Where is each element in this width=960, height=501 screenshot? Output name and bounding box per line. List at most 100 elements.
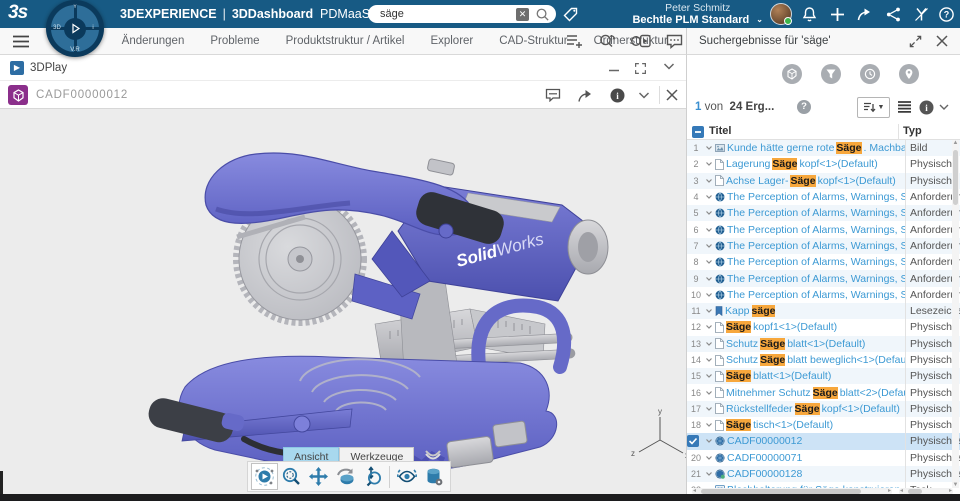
row-title[interactable]: Kunde hätte gerne rote Säge. Machbar bbox=[705, 142, 905, 154]
tab-explorer[interactable]: Explorer bbox=[430, 35, 473, 47]
3dcompass[interactable]: ʏ 3D i V.R bbox=[46, 0, 104, 57]
user-menu[interactable]: Peter Schmitz Bechtle PLM Standard ⌄ bbox=[632, 2, 763, 26]
row-expand-icon[interactable] bbox=[705, 340, 713, 348]
table-row[interactable]: 1Kunde hätte gerne rote Säge. MachbarBil… bbox=[687, 140, 960, 156]
row-title[interactable]: Sägetisch<1>(Default) bbox=[705, 419, 905, 431]
row-expand-icon[interactable] bbox=[705, 307, 713, 315]
search-input[interactable] bbox=[380, 8, 516, 20]
filter-location-icon[interactable] bbox=[899, 64, 919, 84]
row-checkbox[interactable] bbox=[687, 435, 705, 447]
row-expand-icon[interactable] bbox=[705, 421, 713, 429]
turntable-tool[interactable] bbox=[332, 463, 359, 490]
row-title[interactable]: The Perception of Alarms, Warnings, St bbox=[705, 224, 905, 236]
table-row[interactable]: 14Schutz Sägeblatt beweglich<1>(DefaultP… bbox=[687, 352, 960, 368]
viewer-close-icon[interactable] bbox=[666, 89, 678, 101]
row-title[interactable]: The Perception of Alarms, Warnings, St bbox=[705, 207, 905, 219]
table-row[interactable]: 18Sägetisch<1>(Default)Physische P bbox=[687, 417, 960, 433]
row-checkbox-checked[interactable] bbox=[687, 435, 699, 447]
row-title[interactable]: Lagerung Sägekopf<1>(Default) bbox=[705, 158, 905, 170]
row-title[interactable]: CADF00000012 bbox=[705, 435, 905, 447]
row-title[interactable]: Kappsäge bbox=[705, 305, 905, 317]
community-icon[interactable] bbox=[885, 6, 902, 23]
row-expand-icon[interactable] bbox=[705, 144, 713, 152]
assistant-icon[interactable] bbox=[913, 6, 930, 23]
widget-collapse-icon[interactable] bbox=[663, 62, 675, 71]
row-expand-icon[interactable] bbox=[705, 291, 713, 299]
table-row[interactable]: 3Achse Lager-Sägekopf<1>(Default)Physisc… bbox=[687, 173, 960, 189]
row-expand-icon[interactable] bbox=[705, 389, 713, 397]
row-expand-icon[interactable] bbox=[705, 242, 713, 250]
row-expand-icon[interactable] bbox=[705, 405, 713, 413]
look-at-tool[interactable] bbox=[393, 463, 420, 490]
list-add-icon[interactable] bbox=[566, 34, 583, 49]
table-row[interactable]: 7The Perception of Alarms, Warnings, StA… bbox=[687, 238, 960, 254]
table-row[interactable]: 13Schutz Sägeblatt<1>(Default)Physische … bbox=[687, 336, 960, 352]
row-title[interactable]: The Perception of Alarms, Warnings, St bbox=[705, 240, 905, 252]
tab-produktstruktur[interactable]: Produktstruktur / Artikel bbox=[286, 35, 405, 47]
table-row[interactable]: 12Sägekopf1<1>(Default)Physische P bbox=[687, 319, 960, 335]
results-info-icon[interactable]: i bbox=[919, 100, 934, 115]
row-expand-icon[interactable] bbox=[705, 209, 713, 217]
table-row[interactable]: 20CADF00000071Physisches bbox=[687, 450, 960, 466]
row-expand-icon[interactable] bbox=[705, 323, 713, 331]
zoom-tool[interactable] bbox=[359, 463, 386, 490]
rotate-tool[interactable] bbox=[251, 463, 278, 490]
list-view-icon[interactable] bbox=[897, 100, 912, 114]
sort-button[interactable]: ▼ bbox=[857, 97, 890, 118]
pan-tool[interactable] bbox=[305, 463, 332, 490]
row-expand-icon[interactable] bbox=[705, 454, 713, 462]
viewer-collapse-icon[interactable] bbox=[638, 91, 650, 100]
zoom-area-tool[interactable] bbox=[278, 463, 305, 490]
row-title[interactable]: Rückstellfeder Sägekopf<1>(Default) bbox=[705, 403, 905, 415]
row-expand-icon[interactable] bbox=[705, 356, 713, 364]
table-row[interactable]: 16Mitnehmer Schutz Sägeblatt<2>(DefauPhy… bbox=[687, 384, 960, 400]
viewer-info-icon[interactable]: i bbox=[610, 88, 625, 103]
viewer-comment-icon[interactable] bbox=[545, 88, 561, 102]
data-settings-tool[interactable] bbox=[420, 463, 447, 490]
table-row[interactable]: 17Rückstellfeder Sägekopf<1>(Default)Phy… bbox=[687, 401, 960, 417]
toolbar-collapse-icon[interactable] bbox=[424, 449, 442, 461]
column-typ[interactable]: Typ bbox=[903, 125, 922, 137]
table-row[interactable]: 2Lagerung Sägekopf<1>(Default)Physische … bbox=[687, 156, 960, 172]
3d-viewport[interactable]: SolidWorks y x z Ansicht Werkzeuge bbox=[0, 109, 686, 494]
compass-east[interactable]: i bbox=[64, 25, 122, 31]
row-title[interactable]: CADF00000071 bbox=[705, 452, 905, 464]
tab-aenderungen[interactable]: Änderungen bbox=[122, 35, 185, 47]
row-expand-icon[interactable] bbox=[705, 160, 713, 168]
results-help-icon[interactable]: ? bbox=[797, 100, 811, 114]
filter-history-icon[interactable] bbox=[860, 64, 880, 84]
table-row[interactable]: 10The Perception of Alarms, Warnings, St… bbox=[687, 287, 960, 303]
row-title[interactable]: Schutz Sägeblatt beweglich<1>(Default bbox=[705, 354, 905, 366]
row-title[interactable]: Sägekopf1<1>(Default) bbox=[705, 321, 905, 333]
table-row[interactable]: 8The Perception of Alarms, Warnings, StA… bbox=[687, 254, 960, 270]
table-row[interactable]: 4The Perception of Alarms, Warnings, StA… bbox=[687, 189, 960, 205]
search-clear-icon[interactable]: ✕ bbox=[516, 8, 529, 21]
add-icon[interactable] bbox=[829, 6, 846, 23]
results-collapse-icon[interactable] bbox=[939, 104, 949, 111]
row-expand-icon[interactable] bbox=[705, 193, 713, 201]
panel-close-icon[interactable] bbox=[936, 35, 948, 47]
row-expand-icon[interactable] bbox=[705, 226, 713, 234]
media-icon[interactable] bbox=[631, 34, 651, 48]
row-expand-icon[interactable] bbox=[705, 275, 713, 283]
table-row[interactable]: 11KappsägeLesezeichen bbox=[687, 303, 960, 319]
tag-icon[interactable] bbox=[562, 6, 579, 23]
row-title[interactable]: The Perception of Alarms, Warnings, St bbox=[705, 289, 905, 301]
select-all-checkbox[interactable] bbox=[692, 126, 704, 138]
table-row[interactable]: 9The Perception of Alarms, Warnings, StA… bbox=[687, 270, 960, 286]
row-title[interactable]: Mitnehmer Schutz Sägeblatt<2>(Defau bbox=[705, 387, 905, 399]
filter-funnel-icon[interactable] bbox=[821, 64, 841, 84]
table-row[interactable]: CADF00000012Physisches bbox=[687, 433, 960, 449]
compass-south[interactable]: V.R bbox=[46, 47, 104, 53]
filter-3d-icon[interactable] bbox=[782, 64, 802, 84]
minimize-icon[interactable] bbox=[608, 62, 620, 74]
row-expand-icon[interactable] bbox=[705, 437, 713, 445]
row-expand-icon[interactable] bbox=[705, 258, 713, 266]
table-row[interactable]: 21CADF00000128Physisches bbox=[687, 466, 960, 482]
row-title[interactable]: Achse Lager-Sägekopf<1>(Default) bbox=[705, 175, 905, 187]
viewer-share-icon[interactable] bbox=[577, 88, 594, 103]
compass-north[interactable]: ʏ bbox=[46, 4, 104, 10]
row-expand-icon[interactable] bbox=[705, 177, 713, 185]
miter-saw-model[interactable]: SolidWorks y x z bbox=[0, 109, 686, 494]
table-row[interactable]: 5The Perception of Alarms, Warnings, StA… bbox=[687, 205, 960, 221]
